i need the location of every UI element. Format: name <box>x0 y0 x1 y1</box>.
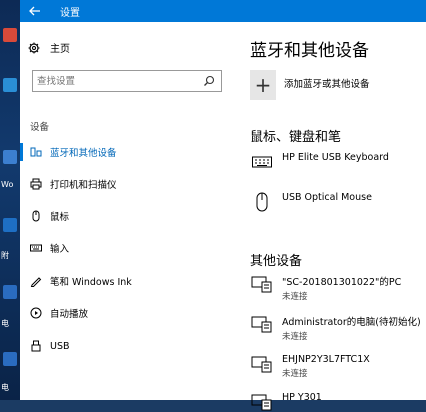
main-content: 蓝牙和其他设备 + 添加蓝牙或其他设备 鼠标、键盘和笔 HP Elite USB… <box>234 22 426 411</box>
device-item[interactable]: Administrator的电脑(待初始化) 未连接 <box>250 314 421 342</box>
desktop-icon-label: Wo <box>1 180 14 189</box>
section-heading-keyboard-mouse: 鼠标、键盘和笔 <box>250 130 342 145</box>
device-name: USB Optical Mouse <box>282 192 372 203</box>
section-label-devices: 设备 <box>30 122 50 133</box>
section-heading-other-devices: 其他设备 <box>250 254 303 269</box>
device-name: EHJNP2Y3L7FTC1X <box>282 354 370 365</box>
sidebar-item-autoplay[interactable]: 自动播放 <box>20 302 234 324</box>
search-box[interactable] <box>32 70 222 92</box>
sidebar-item-home[interactable]: 主页 <box>28 40 70 55</box>
device-status: 未连接 <box>282 369 308 379</box>
mouse-icon <box>28 208 44 224</box>
sidebar-item-input[interactable]: 输入 <box>20 237 234 259</box>
search-icon[interactable] <box>203 75 215 87</box>
bluetooth-devices-icon <box>28 144 44 160</box>
device-name: HP Elite USB Keyboard <box>282 152 389 163</box>
device-name: Administrator的电脑(待初始化) <box>282 317 421 328</box>
device-name: HP Y301 <box>282 392 322 403</box>
mouse-icon <box>250 192 274 212</box>
desktop-icon[interactable] <box>3 218 17 232</box>
pc-media-device-icon <box>250 314 274 334</box>
sidebar-item-pen[interactable]: 笔和 Windows Ink <box>20 270 234 292</box>
add-device-button[interactable]: + 添加蓝牙或其他设备 <box>250 70 370 100</box>
pc-media-device-icon <box>250 392 274 412</box>
device-item[interactable]: EHJNP2Y3L7FTC1X 未连接 <box>250 354 370 379</box>
desktop-background: Wo 附 电 电 <box>0 0 20 400</box>
sidebar-item-printers[interactable]: 打印机和扫描仪 <box>20 173 234 195</box>
printer-icon <box>28 176 44 192</box>
desktop-icon-label: 电 <box>1 383 9 392</box>
sidebar-item-label: 笔和 Windows Ink <box>50 277 132 288</box>
usb-icon <box>28 338 44 354</box>
pen-icon <box>28 273 44 289</box>
device-item[interactable]: HP Elite USB Keyboard <box>250 152 389 172</box>
sidebar-item-label: 打印机和扫描仪 <box>50 180 117 191</box>
sidebar-item-label: USB <box>50 340 70 352</box>
keyboard-icon <box>28 240 44 256</box>
add-device-label: 添加蓝牙或其他设备 <box>284 79 370 90</box>
back-button[interactable] <box>20 0 50 22</box>
sidebar-item-label: 鼠标 <box>50 212 70 223</box>
window-title: 设置 <box>60 8 80 19</box>
sidebar-item-mouse[interactable]: 鼠标 <box>20 205 234 227</box>
desktop-icon-label: 附 <box>1 251 9 260</box>
plus-icon: + <box>250 70 276 100</box>
sidebar-item-label: 输入 <box>50 244 70 255</box>
sidebar-item-label: 自动播放 <box>50 309 89 320</box>
back-arrow-icon <box>29 6 40 16</box>
desktop-icon[interactable] <box>3 285 17 299</box>
desktop-icon[interactable] <box>3 78 17 92</box>
desktop-icon[interactable] <box>3 352 17 366</box>
device-name: "SC-201801301022"的PC <box>282 277 402 288</box>
title-bar: 设置 <box>20 0 426 22</box>
settings-window: 设置 主页 设备 蓝牙和其他设 <box>20 0 426 411</box>
device-status: 未连接 <box>282 332 308 342</box>
device-status: 未连接 <box>282 292 308 302</box>
sidebar-item-usb[interactable]: USB <box>20 335 234 357</box>
pc-media-device-icon <box>250 274 274 294</box>
device-item[interactable]: "SC-201801301022"的PC 未连接 <box>250 274 401 302</box>
desktop-icon-label: 电 <box>1 319 9 328</box>
sidebar-item-label: 蓝牙和其他设备 <box>50 148 117 159</box>
device-item[interactable]: USB Optical Mouse <box>250 192 372 212</box>
sidebar-item-bluetooth[interactable]: 蓝牙和其他设备 <box>20 141 234 163</box>
desktop-icon[interactable] <box>3 150 17 164</box>
autoplay-icon <box>28 305 44 321</box>
device-item[interactable]: HP Y301 <box>250 392 322 412</box>
keyboard-icon <box>250 152 274 172</box>
home-label: 主页 <box>50 44 70 55</box>
pc-media-device-icon <box>250 354 274 374</box>
gear-icon <box>28 42 40 53</box>
page-title: 蓝牙和其他设备 <box>250 41 369 61</box>
desktop-icon[interactable] <box>3 28 17 42</box>
sidebar: 主页 设备 蓝牙和其他设备 <box>20 22 234 400</box>
search-input[interactable] <box>37 74 197 88</box>
